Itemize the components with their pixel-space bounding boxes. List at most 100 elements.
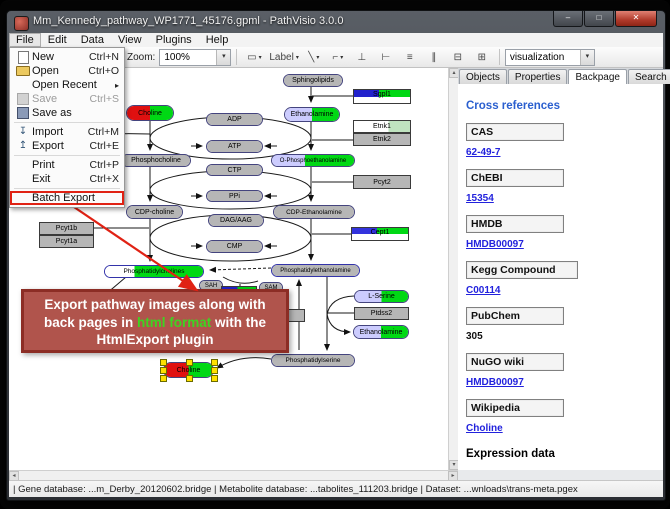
xref-link[interactable]: Choline [466,423,655,434]
gene-node-pcyt2[interactable]: Pcyt2 [353,175,411,189]
menubar-item-view[interactable]: View [111,33,149,47]
xref-link[interactable]: 62-49-7 [466,147,655,158]
align-center-button[interactable]: ⊥ [350,48,374,67]
line-tool-dropdown[interactable]: ╲▾ [302,48,326,67]
gene-node-ptdss2[interactable]: Ptdss2 [354,307,409,320]
gene-node-cept1[interactable]: Cept1 [351,227,409,241]
file-menu-item-save-as[interactable]: Save as [10,106,124,120]
pathway-node-dag-aag[interactable]: DAG/AAG [208,214,264,227]
pathway-node-phosphatidylserine[interactable]: Phosphatidylserine [271,354,355,367]
selection-handle[interactable] [211,359,218,366]
new-icon [14,51,32,64]
file-menu-item-open[interactable]: OpenCtrl+O [10,64,124,78]
node-label: CDP-choline [127,206,182,218]
distribute-horizontal-button[interactable]: ≡ [398,48,422,67]
pathway-node-ethanolamine[interactable]: Ethanolamine [353,325,409,339]
selection-handle[interactable] [160,359,167,366]
file-menu-item-print[interactable]: PrintCtrl+P [10,158,124,172]
pathway-node-ctp[interactable]: CTP [206,164,263,176]
gene-node-etnk1[interactable]: Etnk1 [353,120,411,133]
graphics-style-dropdown[interactable]: ▭▾ [242,48,266,67]
file-menu-item-exit[interactable]: ExitCtrl+X [10,172,124,186]
selection-handle[interactable] [211,375,218,382]
xref-link[interactable]: 15354 [466,193,655,204]
pathway-node-sphingolipids[interactable]: Sphingolipids [283,74,343,87]
file-menu-item-export[interactable]: ↥ExportCtrl+E [10,139,124,153]
pathway-node-phosphatidylcholines[interactable]: Phosphatidylcholines [104,265,204,278]
annotation-callout: Export pathway images along with back pa… [21,289,289,353]
canvas-hscrollbar[interactable]: ◂ ▸ [9,470,458,480]
backpage-section-hmdb: HMDBHMDB00097 [466,215,655,250]
chevron-down-icon[interactable]: ▾ [216,50,230,65]
menu-item-shortcut: Ctrl+O [88,65,119,77]
node-label: Sphingolipids [284,75,342,86]
gene-node-pcyt1a[interactable]: Pcyt1a [39,235,94,248]
tab-backpage[interactable]: Backpage [568,69,626,85]
pathway-node-phosphatidylethanolamine[interactable]: Phosphatidylethanolamine [271,264,360,277]
pathway-node-adp[interactable]: ADP [206,113,263,126]
window-controls: –□✕ [552,11,657,27]
pathway-node-ppi[interactable]: PPi [206,190,263,202]
toolbar-separator [499,49,500,65]
pathway-node-ethanolamine[interactable]: Ethanolamine [284,107,340,122]
xref-link[interactable]: HMDB00097 [466,377,655,388]
file-menu-item-import[interactable]: ↧ImportCtrl+M [10,125,124,139]
menu-item-label: Save as [32,107,72,119]
tab-properties[interactable]: Properties [508,69,568,84]
gene-node-sgpl1[interactable]: Sgpl1 [353,89,411,104]
menu-item-label: Save [32,93,57,105]
pathway-node-cdp-choline[interactable]: CDP-choline [126,205,183,219]
selection-handle[interactable] [211,367,218,374]
sidebar-tabs: ObjectsPropertiesBackpageSearchLegend [458,68,663,85]
pathway-node-phosphocholine[interactable]: Phosphocholine [121,154,191,167]
pathway-node-l-serine[interactable]: L-Serine [354,290,409,303]
visualization-combobox[interactable]: visualization ▾ [505,49,595,66]
file-menu-item-open-recent[interactable]: Open Recent▸ [10,78,124,92]
tab-search[interactable]: Search [628,69,670,84]
connector-tool-dropdown[interactable]: ⌐▾ [326,48,350,67]
minimize-button[interactable]: – [553,11,583,27]
gene-node-unlabeled[interactable] [288,309,305,322]
menubar-item-help[interactable]: Help [199,33,236,47]
align-middle-button[interactable]: ⊢ [374,48,398,67]
label-dropdown[interactable]: Label▾ [266,48,301,67]
distribute-vertical-button[interactable]: ∥ [422,48,446,67]
close-button[interactable]: ✕ [615,11,657,27]
align-middle-button-icon: ⊢ [381,52,390,63]
pathway-node-choline[interactable]: Choline [126,105,174,121]
save-icon [14,107,32,119]
file-menu-item-batch-export[interactable]: Batch Export [10,191,124,205]
zoom-label: Zoom: [127,52,155,63]
app-icon [14,16,29,31]
canvas-vscrollbar[interactable]: ▴ ▾ [448,68,458,470]
gene-node-etnk2[interactable]: Etnk2 [353,133,411,146]
tab-objects[interactable]: Objects [459,69,507,84]
selection-handle[interactable] [186,375,193,382]
pathway-node-atp[interactable]: ATP [206,140,263,153]
selection-handle[interactable] [160,375,167,382]
common-width-button[interactable]: ⊟ [446,48,470,67]
chevron-down-icon[interactable]: ▾ [580,50,594,65]
file-menu-item-new[interactable]: NewCtrl+N [10,50,124,64]
pathway-node-o-phosphoethanolamine[interactable]: O-Phosphoethanolamine [271,154,355,167]
zoom-value: 100% [164,52,190,63]
statusbar: | Gene database: ...m_Derby_20120602.bri… [9,480,663,497]
node-label: Pcyt2 [354,176,410,188]
menubar-item-data[interactable]: Data [74,33,111,47]
menubar-item-edit[interactable]: Edit [41,33,74,47]
pathway-node-cdp-ethanolamine[interactable]: CDP-Ethanolamine [273,205,355,219]
menubar-item-file[interactable]: File [9,33,41,47]
xref-link[interactable]: HMDB00097 [466,239,655,250]
gene-node-pcyt1b[interactable]: Pcyt1b [39,222,94,235]
selection-handle[interactable] [186,359,193,366]
selection-handle[interactable] [160,367,167,374]
xref-link[interactable]: C00114 [466,285,655,296]
menubar-item-plugins[interactable]: Plugins [149,33,199,47]
pathway-node-cmp[interactable]: CMP [206,240,263,253]
zoom-combobox[interactable]: 100% ▾ [159,49,231,66]
titlebar[interactable]: Mm_Kennedy_pathway_WP1771_45176.gpml - P… [7,11,665,33]
file-menu-item-save[interactable]: SaveCtrl+S [10,92,124,106]
xref-source-label: NuGO wiki [466,353,564,371]
maximize-button[interactable]: □ [584,11,614,27]
common-height-button[interactable]: ⊞ [470,48,494,67]
